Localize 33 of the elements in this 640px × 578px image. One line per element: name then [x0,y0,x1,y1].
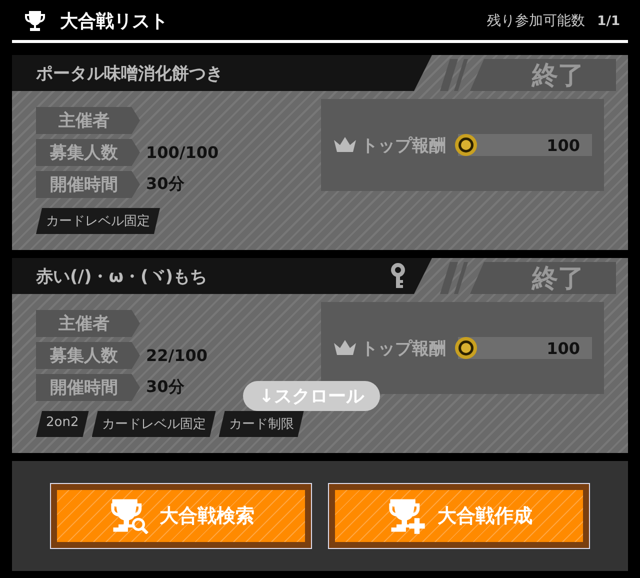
stripe-decoration [440,262,468,294]
reward-label: トップ報酬 [361,338,446,360]
field-value: 30分 [146,377,184,398]
remaining-count: 1/1 [597,14,620,28]
page-title: 大合戦リスト [60,10,168,33]
crown-icon [333,136,357,154]
tag: カードレベル固定 [36,208,160,234]
tag: カードレベル固定 [92,411,216,437]
stripe-decoration [440,59,468,91]
field-label: 主催者 [36,107,140,134]
battle-card[interactable]: ポータル味噌消化餅つき 終了 主催者 募集人数 100/100 開催時間 30分 カードレベル固定 トップ報酬 100 [12,55,628,250]
tag: 2on2 [36,411,89,437]
field-value: 100/100 [146,143,219,162]
coin-icon [454,133,478,157]
field-label: 主催者 [36,310,140,337]
coin-icon [454,336,478,360]
crown-icon [333,339,357,357]
reward-value: 100 [546,338,581,358]
trophy-icon [22,9,48,33]
reward-value: 100 [546,136,581,154]
field-value: 22/100 [146,346,208,365]
reward-label: トップ報酬 [361,134,446,156]
tag: カード制限 [218,411,304,437]
remaining-label: 残り参加可能数 [487,12,586,30]
status-badge: 終了 [470,59,616,91]
field-value: 30分 [146,174,184,195]
field-label: 開催時間 [36,374,140,401]
battle-title: ポータル味噌消化餅つき [36,62,223,84]
battle-title: 赤い(/)・ω・(ヾ)もち [36,266,208,288]
field-label: 募集人数 [36,139,140,166]
field-label: 開催時間 [36,171,140,198]
status-badge: 終了 [470,262,616,294]
field-label: 募集人数 [36,342,140,369]
